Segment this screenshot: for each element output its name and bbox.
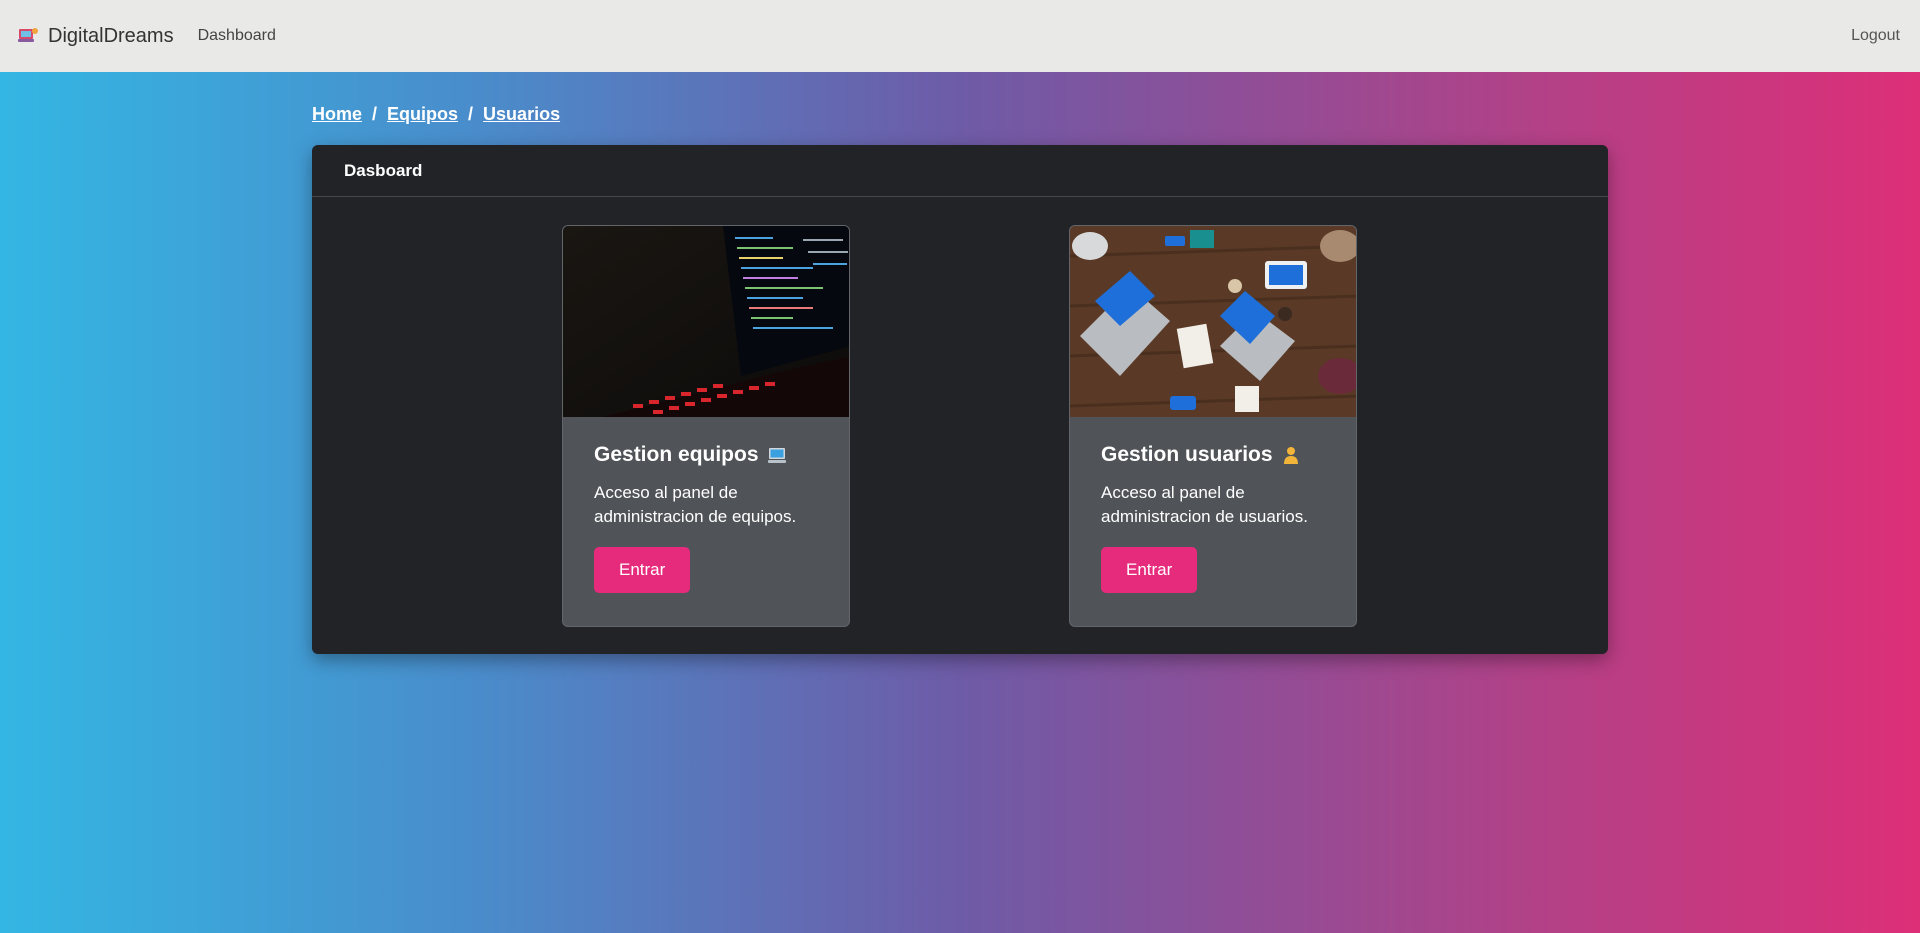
breadcrumb-separator: / bbox=[468, 104, 474, 124]
card-image-laptop-code bbox=[563, 226, 849, 417]
panel-title: Dasboard bbox=[312, 145, 1608, 197]
enter-equipos-button[interactable]: Entrar bbox=[594, 547, 691, 593]
brand-name: DigitalDreams bbox=[48, 24, 174, 47]
logout-link[interactable]: Logout bbox=[1851, 27, 1900, 45]
card-title-text: Gestion usuarios bbox=[1101, 443, 1273, 466]
breadcrumb-home[interactable]: Home bbox=[312, 104, 362, 125]
breadcrumb-equipos[interactable]: Equipos bbox=[387, 104, 458, 125]
breadcrumb: Home / Equipos / Usuarios bbox=[312, 104, 560, 125]
computer-icon bbox=[767, 448, 786, 463]
card-title: Gestion usuarios bbox=[1101, 443, 1325, 467]
breadcrumb-separator: / bbox=[372, 104, 378, 124]
nav-dashboard-link[interactable]: Dashboard bbox=[198, 27, 276, 45]
brand-link[interactable]: DigitalDreams bbox=[16, 24, 174, 48]
brand-logo-icon bbox=[18, 28, 38, 42]
card-image-team-laptops bbox=[1070, 226, 1356, 417]
card-gestion-usuarios: Gestion usuarios Acceso al panel de admi… bbox=[1069, 225, 1357, 627]
top-navbar: DigitalDreams Dashboard Logout bbox=[0, 0, 1920, 72]
dashboard-panel: Dasboard Gestion equipos Acceso al panel… bbox=[312, 145, 1608, 654]
card-description: Acceso al panel de administracion de usu… bbox=[1101, 483, 1308, 526]
person-icon bbox=[1283, 447, 1298, 464]
card-title-text: Gestion equipos bbox=[594, 443, 759, 466]
card-description: Acceso al panel de administracion de equ… bbox=[594, 483, 797, 526]
enter-usuarios-button[interactable]: Entrar bbox=[1101, 547, 1198, 593]
card-gestion-equipos: Gestion equipos Acceso al panel de admin… bbox=[562, 225, 850, 627]
breadcrumb-usuarios[interactable]: Usuarios bbox=[483, 104, 560, 125]
card-title: Gestion equipos bbox=[594, 443, 818, 467]
